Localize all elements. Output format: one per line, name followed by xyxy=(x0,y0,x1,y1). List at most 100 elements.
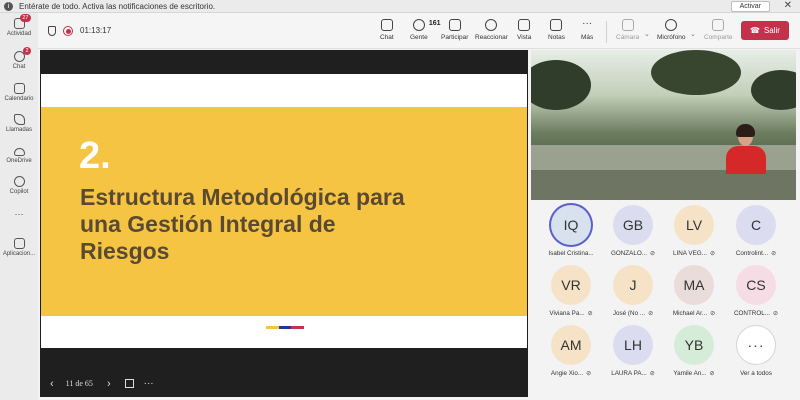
leave-label: Salir xyxy=(763,26,780,35)
participant-avatar: LV xyxy=(674,205,714,245)
participant-name: LINA VEG... xyxy=(673,250,707,257)
participant-tile[interactable]: IQ Isabel Cristina... xyxy=(539,205,603,267)
flag-stripe-red xyxy=(291,326,305,329)
slide-more-icon[interactable]: ··· xyxy=(144,378,154,389)
people-label: Gente xyxy=(410,34,428,41)
participant-name-row: LINA VEG... ⊘ xyxy=(673,250,715,257)
cloud-icon xyxy=(13,148,25,156)
chat-label: Chat xyxy=(380,34,394,41)
participant-name: Yamile An... xyxy=(673,370,707,377)
microphone-label: Micrófono xyxy=(657,34,686,41)
see-all-participants-button[interactable]: ··· Ver a todos xyxy=(724,325,788,387)
presentation-slide: 2. Estructura Metodológica para una Gest… xyxy=(41,74,527,348)
activity-badge: 27 xyxy=(20,14,31,22)
rail-item-calendar[interactable]: Calendario xyxy=(0,83,38,102)
rail-item-chat[interactable]: 2 Chat xyxy=(0,47,38,70)
leave-button[interactable]: ☎ Salir xyxy=(741,21,789,40)
react-button[interactable]: Reaccionar xyxy=(475,19,508,41)
participant-tile[interactable]: MA Michael Ar... ⊘ xyxy=(662,265,726,327)
participant-tile[interactable]: GB GONZALO... ⊘ xyxy=(601,205,665,267)
mic-muted-icon: ⊘ xyxy=(587,311,593,317)
react-label: Reaccionar xyxy=(475,34,508,41)
previous-slide-icon[interactable]: ‹ xyxy=(50,378,54,390)
camera-button[interactable]: Cámara xyxy=(616,19,639,41)
share-icon xyxy=(712,19,725,31)
participant-name: Angie Xio... xyxy=(550,370,584,377)
app-rail: 27 Actividad 2 Chat Calendario Llamadas … xyxy=(0,13,38,400)
mic-muted-icon: ⊘ xyxy=(650,251,656,257)
participant-avatar: VR xyxy=(551,265,591,305)
rail-item-calls[interactable]: Llamadas xyxy=(0,114,38,133)
participant-name: Viviana Pa... xyxy=(549,310,585,317)
more-button[interactable]: ··· Más xyxy=(581,19,594,42)
rail-more-button[interactable]: ··· xyxy=(0,209,38,219)
close-icon[interactable]: ✕ xyxy=(784,0,792,11)
smiley-icon xyxy=(485,19,498,31)
participant-tile[interactable]: VR Viviana Pa... ⊘ xyxy=(539,265,603,327)
meeting-timer: 01:13:17 xyxy=(80,26,112,35)
share-button[interactable]: Comparte xyxy=(704,19,733,41)
participant-tile[interactable]: YB Yamile An... ⊘ xyxy=(662,325,726,387)
flag-stripe-blue xyxy=(278,326,292,329)
mic-muted-icon: ⊘ xyxy=(773,311,779,317)
rail-item-copilot[interactable]: Copilot xyxy=(0,176,38,195)
participant-tile[interactable]: J José (No ... ⊘ xyxy=(601,265,665,327)
participant-name-row: Isabel Cristina... xyxy=(548,250,593,257)
notes-icon xyxy=(550,19,563,31)
participant-tile[interactable]: LH LAURA PA... ⊘ xyxy=(601,325,665,387)
flag-stripe-yellow xyxy=(266,326,279,329)
view-icon xyxy=(518,19,531,31)
mic-muted-icon: ⊘ xyxy=(709,371,715,377)
hang-up-icon: ☎ xyxy=(750,26,760,35)
participant-tile[interactable]: C Controlint... ⊘ xyxy=(724,205,788,267)
view-button[interactable]: Vista xyxy=(517,19,531,41)
notification-bar: i Entérate de todo. Activa las notificac… xyxy=(0,0,800,13)
rail-item-label: Aplicacion... xyxy=(2,251,36,257)
participant-avatar: GB xyxy=(613,205,653,245)
camera-label: Cámara xyxy=(616,34,640,41)
view-label: Vista xyxy=(517,34,532,41)
next-slide-icon[interactable]: › xyxy=(107,378,111,390)
participant-tile[interactable]: LV LINA VEG... ⊘ xyxy=(662,205,726,267)
microphone-button[interactable]: Micrófono xyxy=(657,19,686,41)
activate-notifications-button[interactable]: Activar xyxy=(730,1,770,12)
participant-avatar: C xyxy=(736,205,776,245)
participant-avatar: YB xyxy=(674,325,714,365)
share-label: Comparte xyxy=(704,34,733,41)
rail-item-label: OneDrive xyxy=(6,158,32,164)
chat-icon: 2 xyxy=(13,47,31,62)
participant-name-row: Controlint... ⊘ xyxy=(736,250,776,257)
people-button[interactable]: 161 Gente xyxy=(410,19,441,41)
phone-icon xyxy=(13,114,25,125)
participant-name: Isabel Cristina... xyxy=(548,250,594,257)
mic-options-chevron-down-icon[interactable]: ⌄ xyxy=(690,30,696,38)
rail-item-onedrive[interactable]: OneDrive xyxy=(0,145,38,164)
rail-item-label: Actividad xyxy=(6,31,32,37)
notes-label: Notas xyxy=(548,34,565,41)
participate-button[interactable]: Participar xyxy=(441,19,468,41)
chat-button[interactable]: Chat xyxy=(380,19,394,41)
participant-avatar: AM xyxy=(551,325,591,365)
rail-item-activity[interactable]: 27 Actividad xyxy=(0,14,38,37)
mic-muted-icon: ⊘ xyxy=(586,371,592,377)
video-background-tree xyxy=(751,70,796,110)
participant-tile[interactable]: CS CONTROL... ⊘ xyxy=(724,265,788,327)
video-background-tree xyxy=(651,50,741,95)
notes-button[interactable]: Notas xyxy=(548,19,565,41)
rail-item-apps[interactable]: Aplicacion... xyxy=(0,238,38,257)
rail-item-label: Copilot xyxy=(9,189,29,195)
more-label: Más xyxy=(581,34,594,41)
slide-title: Estructura Metodológica para una Gestión… xyxy=(80,184,405,264)
speaker-body xyxy=(726,146,766,174)
meeting-toolbar: 01:13:17 Chat 161 Gente Participar Reacc… xyxy=(38,13,800,49)
rail-item-label: Chat xyxy=(12,64,26,70)
participant-tile[interactable]: AM Angie Xio... ⊘ xyxy=(539,325,603,387)
participants-count: 161 xyxy=(428,20,441,27)
participant-avatar: CS xyxy=(736,265,776,305)
slide-grid-icon[interactable] xyxy=(124,379,134,388)
participant-name: José (No ... xyxy=(612,310,646,317)
chat-badge: 2 xyxy=(23,47,31,55)
mic-muted-icon: ⊘ xyxy=(649,371,655,377)
video-background-ground xyxy=(531,170,796,200)
camera-options-chevron-down-icon[interactable]: ⌄ xyxy=(644,30,650,38)
